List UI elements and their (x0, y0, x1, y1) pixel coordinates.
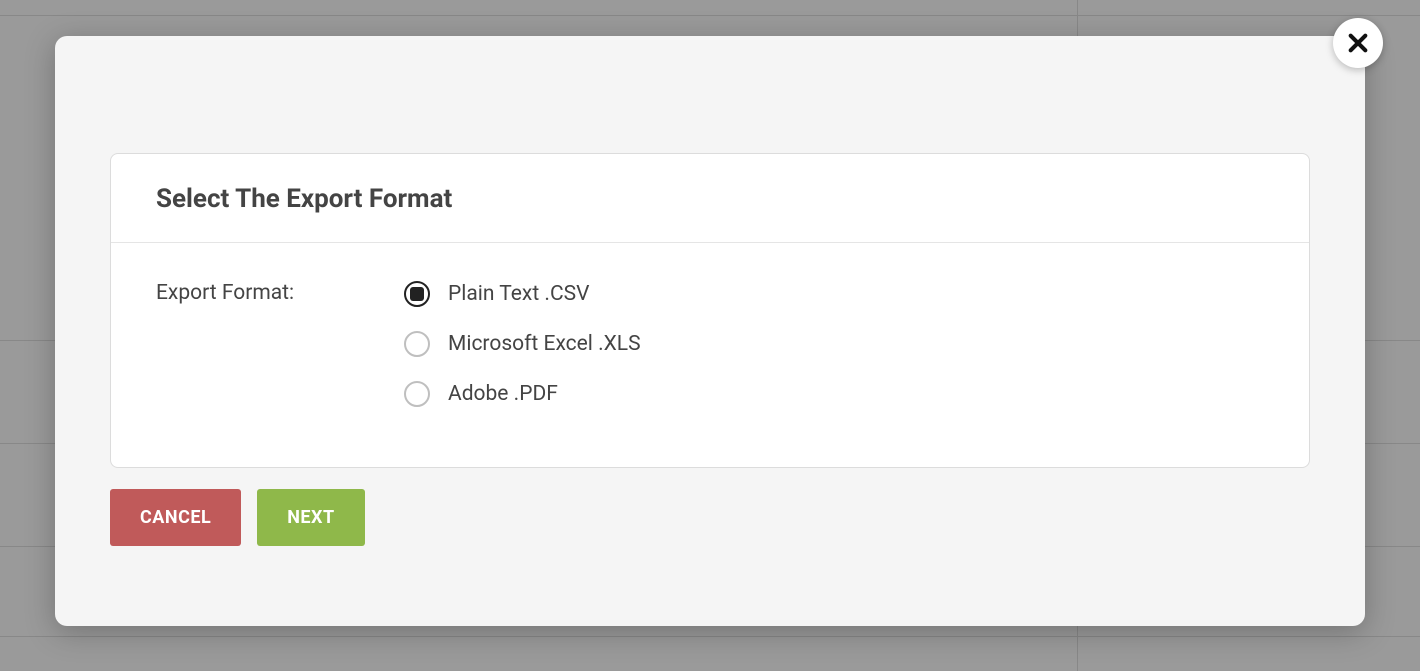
radio-label: Adobe .PDF (448, 382, 558, 406)
export-dialog: Select The Export Format Export Format: … (55, 36, 1365, 626)
close-icon (1347, 32, 1369, 54)
cancel-button[interactable]: CANCEL (110, 489, 241, 546)
export-format-label: Export Format: (156, 281, 404, 407)
next-button[interactable]: NEXT (257, 489, 364, 546)
radio-label: Plain Text .CSV (448, 282, 589, 306)
radio-option-csv[interactable]: Plain Text .CSV (404, 281, 641, 307)
dialog-title: Select The Export Format (156, 184, 1264, 214)
export-format-card: Select The Export Format Export Format: … (110, 153, 1310, 468)
radio-option-pdf[interactable]: Adobe .PDF (404, 381, 641, 407)
radio-icon (404, 381, 430, 407)
radio-option-xls[interactable]: Microsoft Excel .XLS (404, 331, 641, 357)
dialog-button-row: CANCEL NEXT (110, 489, 365, 546)
radio-icon (404, 281, 430, 307)
card-header: Select The Export Format (111, 154, 1309, 243)
close-button[interactable] (1333, 18, 1383, 68)
export-format-radio-group: Plain Text .CSV Microsoft Excel .XLS Ado… (404, 281, 641, 407)
radio-icon (404, 331, 430, 357)
card-body: Export Format: Plain Text .CSV Microsoft… (111, 243, 1309, 467)
radio-label: Microsoft Excel .XLS (448, 332, 641, 356)
